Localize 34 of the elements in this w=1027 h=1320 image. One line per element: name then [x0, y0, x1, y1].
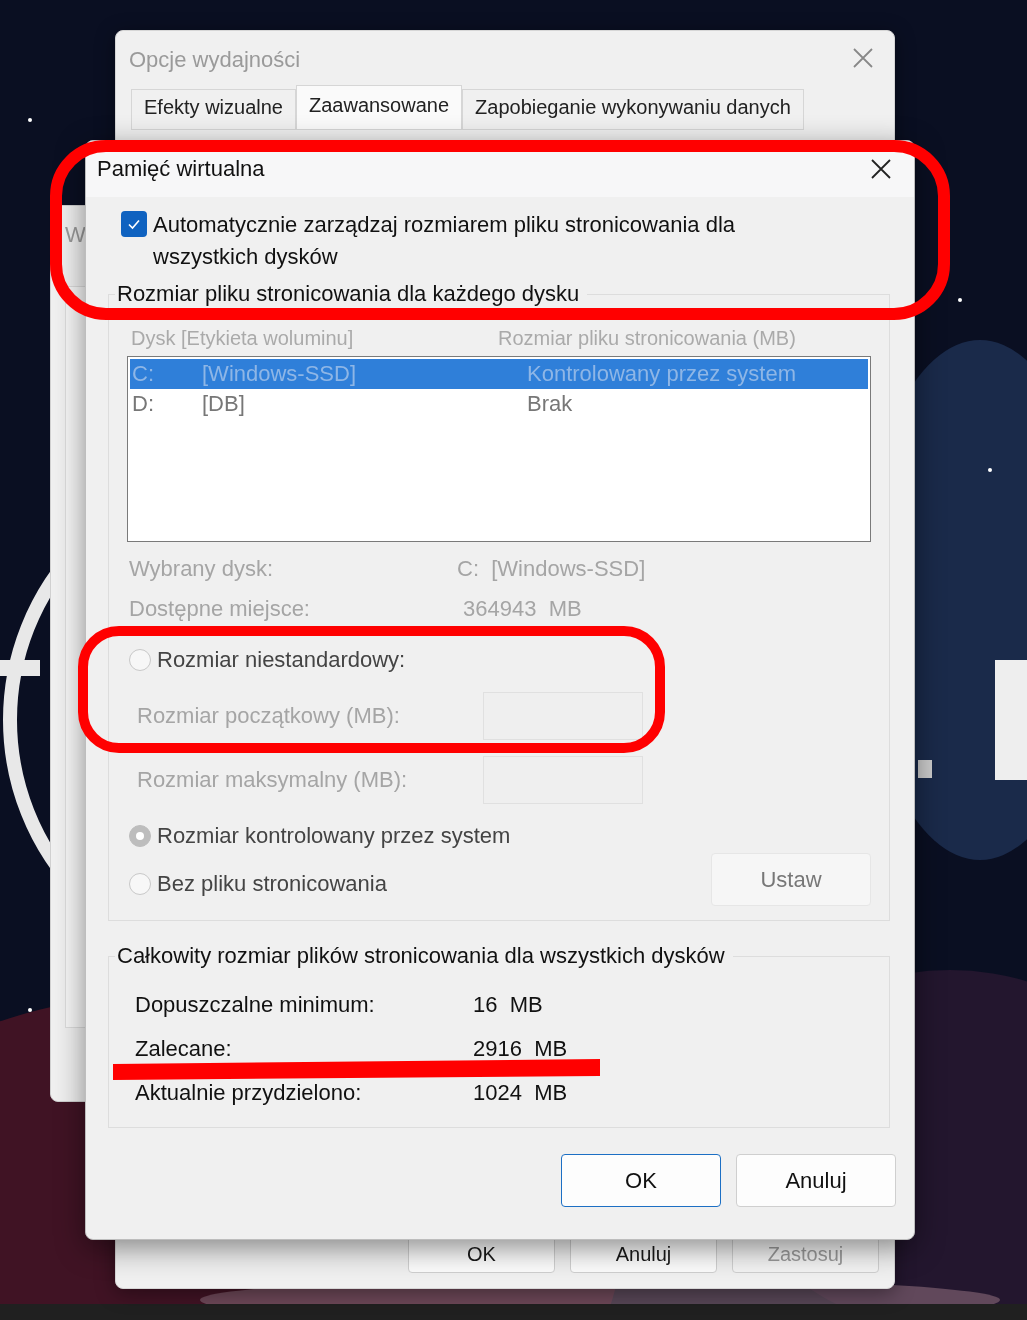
total-label: Zalecane:	[135, 1036, 233, 1062]
checkbox-label: Automatycznie zarządzaj rozmiarem pliku stronicowania dla wszystkich dysków	[153, 211, 737, 271]
tab[interactable]: Zaawansowane	[295, 85, 463, 130]
dialog-button[interactable]: Anuluj	[736, 1154, 896, 1207]
close-icon[interactable]	[870, 158, 892, 180]
total-value: 16 MB	[473, 992, 543, 1018]
total-label: Dopuszczalne minimum:	[135, 992, 376, 1018]
total-value: 2916 MB	[473, 1036, 568, 1062]
info-label: Wybrany dysk:	[129, 556, 275, 582]
dialog-title: Pamięć wirtualna	[97, 156, 265, 182]
field-label: Rozmiar maksymalny (MB):	[136, 767, 409, 793]
page-file-size: Brak	[527, 391, 573, 417]
info-label: Dostępne miejsce:	[129, 596, 311, 622]
info-value: C: [Windows-SSD]	[457, 556, 646, 582]
info-value: 364943 MB	[462, 596, 582, 622]
total-value: 1024 MB	[473, 1080, 568, 1106]
tab[interactable]: Zapobieganie wykonywaniu danych	[462, 89, 804, 130]
window-title: W	[65, 222, 86, 248]
tab[interactable]: Efekty wizualne	[131, 89, 296, 130]
field-label: Rozmiar początkowy (MB):	[136, 703, 401, 729]
column-header: Dysk [Etykieta woluminu]	[131, 327, 355, 350]
volume-label: [Windows-SSD]	[202, 361, 358, 387]
input-field[interactable]	[483, 692, 643, 740]
drive-letter: C:	[132, 361, 155, 387]
checkbox[interactable]	[121, 211, 147, 237]
dialog-button[interactable]: OK	[561, 1154, 721, 1207]
column-header: Rozmiar pliku stronicowania (MB)	[498, 327, 796, 350]
drive-letter: D:	[132, 391, 155, 417]
volume-label: [DB]	[202, 391, 246, 417]
group-title: Całkowity rozmiar plików stronicowania dla wszystkich dysków	[116, 943, 726, 969]
total-label: Aktualnie przydzielono:	[135, 1080, 363, 1106]
window-title: Opcje wydajności	[129, 47, 301, 73]
group-title: Rozmiar pliku stronicowania dla każdego dysku	[116, 281, 581, 307]
page-file-size: Kontrolowany przez system	[527, 361, 796, 387]
